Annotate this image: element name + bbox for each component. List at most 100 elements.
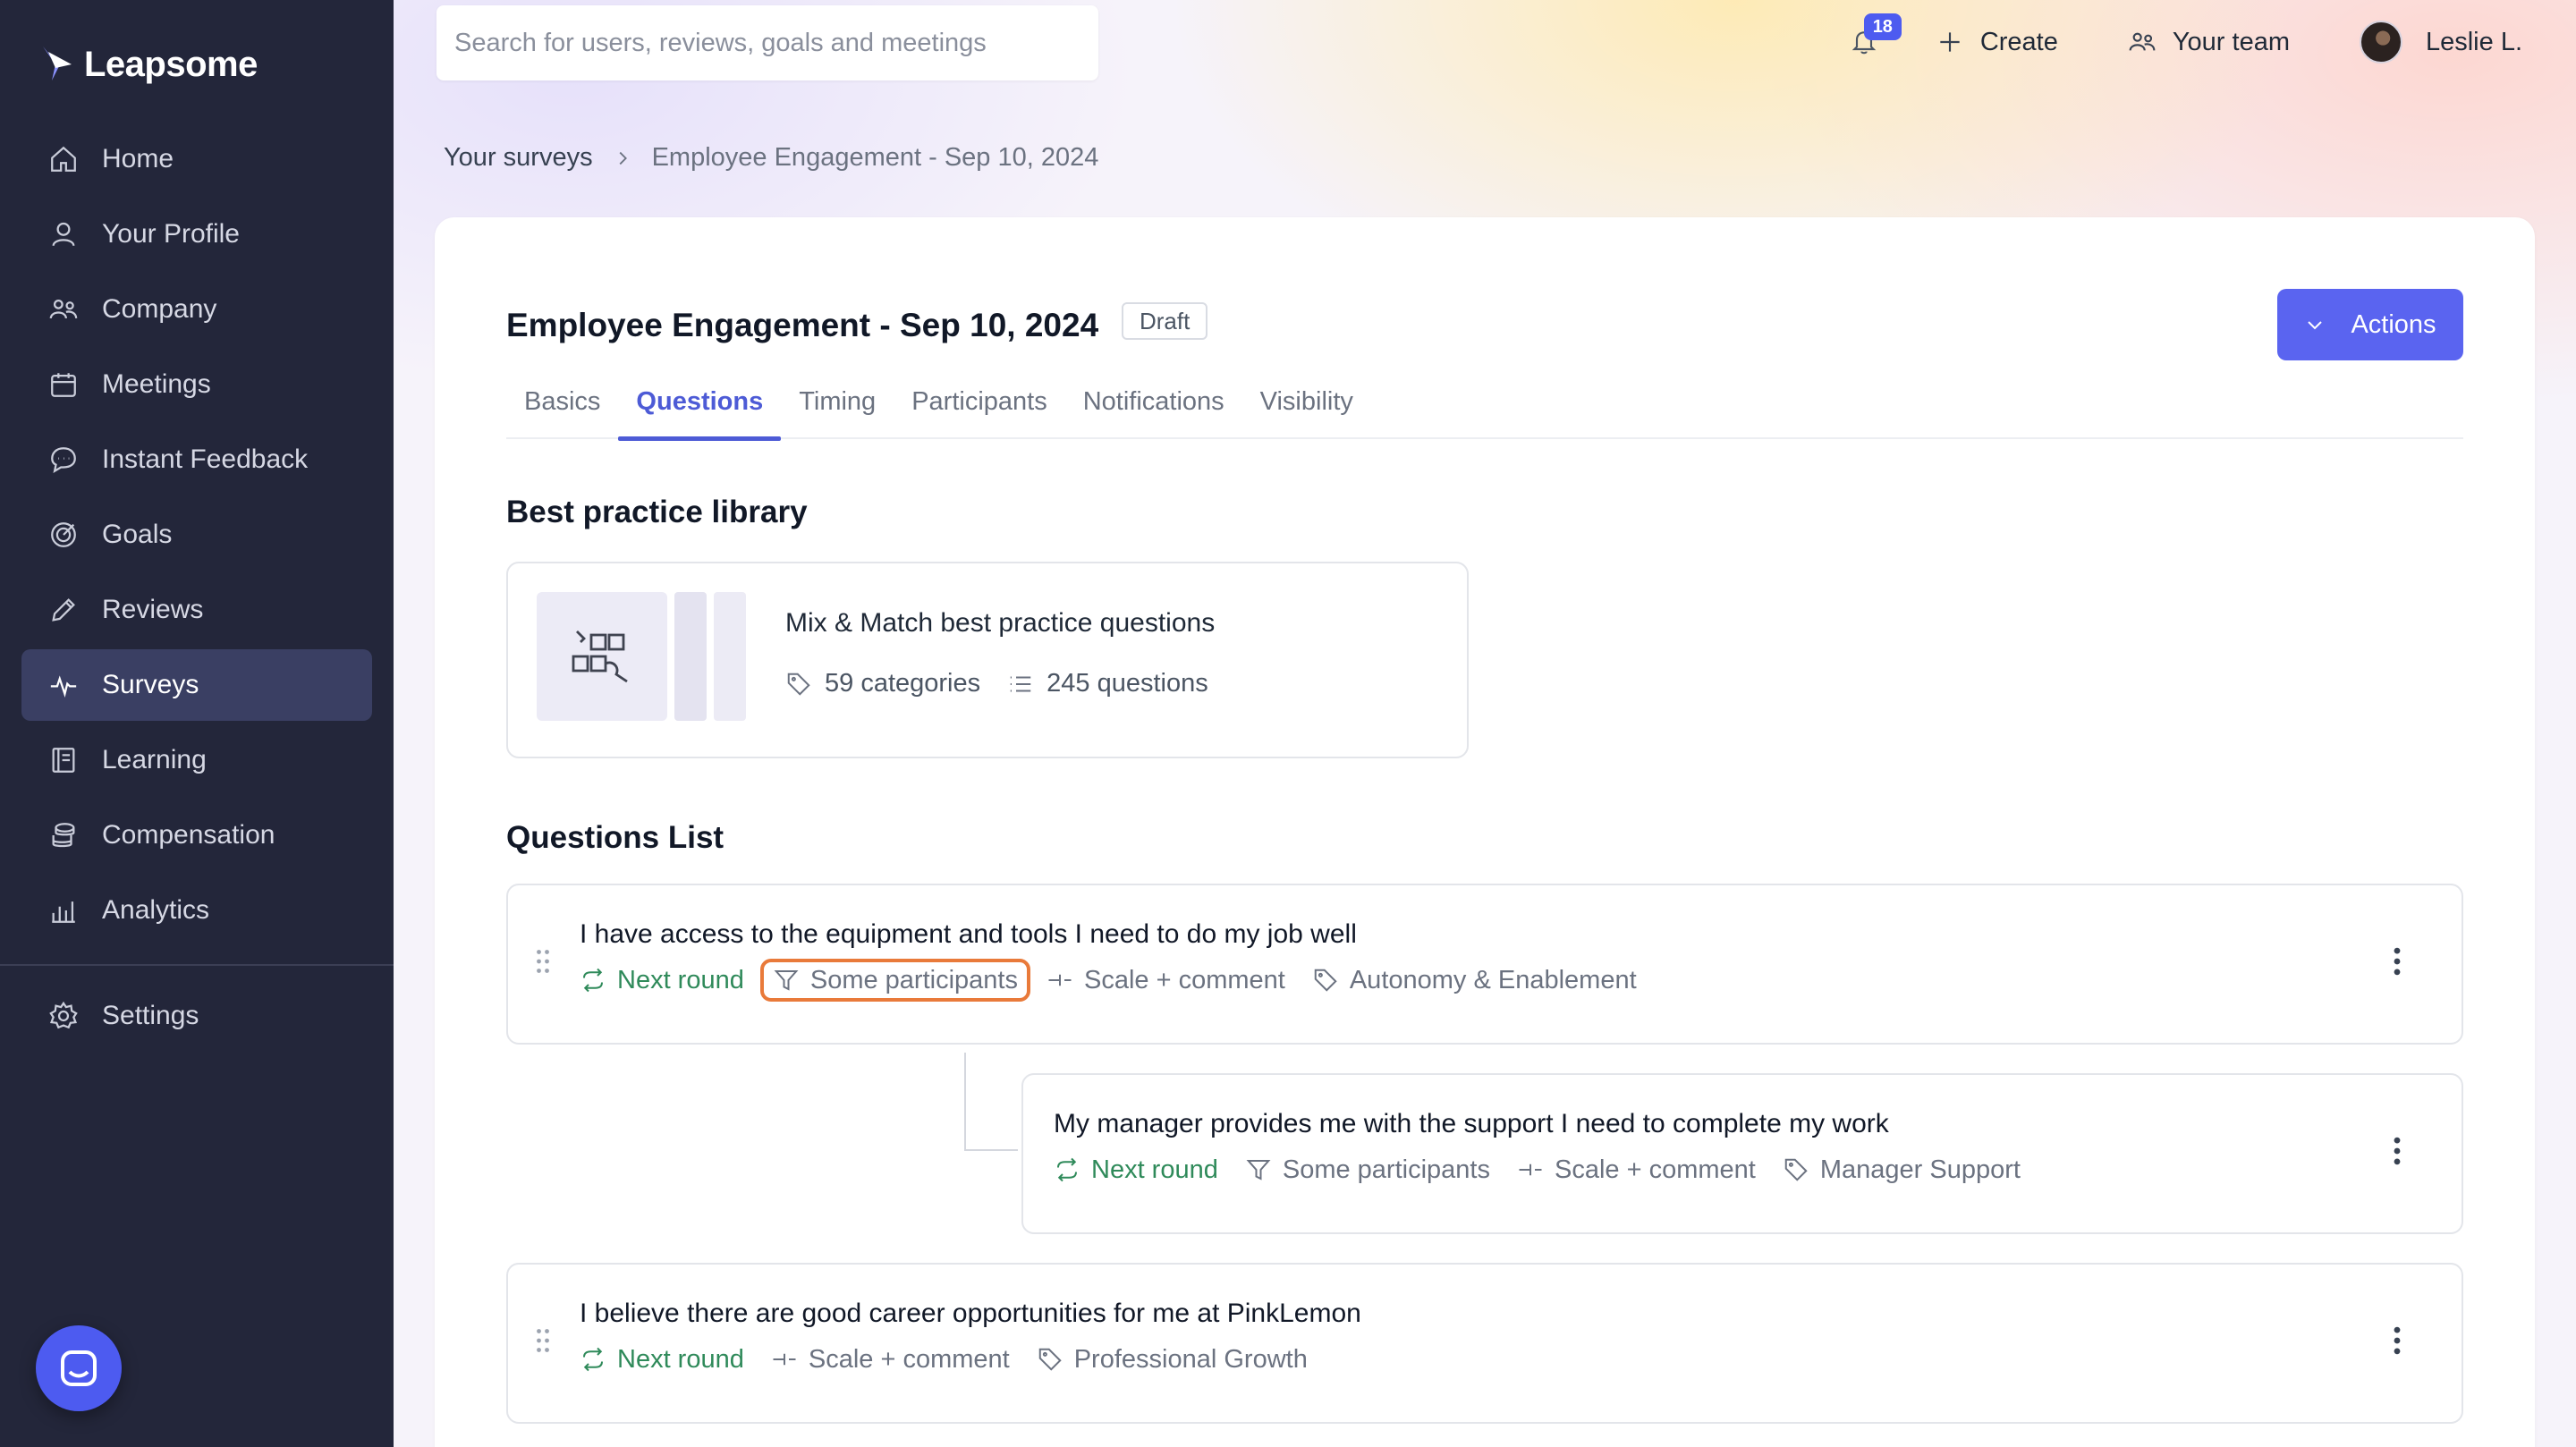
category-chip: Autonomy & Enablement (1312, 959, 1637, 1002)
actions-button[interactable]: Actions (2277, 289, 2463, 360)
question-type-label: Scale + comment (808, 1344, 1010, 1374)
drag-handle-icon[interactable] (535, 948, 551, 975)
library-thumbnail-stack (674, 592, 707, 721)
question-text: My manager provides me with the support … (1054, 1109, 1889, 1138)
sidebar-item-company[interactable]: Company (21, 274, 372, 345)
sidebar-item-label: Settings (102, 1001, 199, 1030)
question-card[interactable]: I have access to the equipment and tools… (506, 884, 2463, 1045)
category-chip: Manager Support (1783, 1148, 2021, 1191)
library-thumbnail-stack (714, 592, 746, 721)
list-icon (1010, 676, 1031, 691)
support-chat-button[interactable] (36, 1325, 122, 1411)
status-badge: Draft (1122, 302, 1208, 340)
tab-questions[interactable]: Questions (618, 369, 782, 441)
chat-icon (51, 447, 76, 474)
more-options-icon[interactable] (2392, 1136, 2402, 1166)
target-icon (51, 522, 76, 547)
nested-question-connector (964, 1053, 1018, 1151)
global-search[interactable] (436, 5, 1098, 80)
notification-count-badge: 18 (1863, 13, 1902, 40)
sidebar-item-label: Reviews (102, 595, 204, 624)
sidebar-item-goals[interactable]: Goals (21, 499, 372, 571)
home-icon (51, 146, 76, 172)
sidebar-item-label: Home (102, 144, 174, 173)
sidebar-divider (0, 964, 394, 966)
pulse-icon (50, 675, 77, 698)
sidebar-item-compensation[interactable]: Compensation (21, 800, 372, 871)
repeat-icon (583, 1347, 603, 1372)
sidebar-item-label: Instant Feedback (102, 444, 309, 474)
your-team-button[interactable]: Your team (2128, 28, 2290, 57)
question-type-chip: Scale + comment (1517, 1148, 1756, 1191)
repeat-icon (1057, 1157, 1077, 1182)
sidebar-item-label: Learning (102, 745, 207, 774)
participants-label: Some participants (809, 965, 1018, 994)
survey-editor-card: Employee Engagement - Sep 10, 2024 Draft… (435, 217, 2535, 1447)
more-options-icon[interactable] (2392, 946, 2402, 977)
user-menu[interactable]: Leslie L. (2359, 21, 2522, 63)
sidebar-item-surveys[interactable]: Surveys (21, 649, 372, 721)
breadcrumb-your-surveys[interactable]: Your surveys (444, 143, 593, 173)
sidebar-item-reviews[interactable]: Reviews (21, 574, 372, 646)
sidebar-item-meetings[interactable]: Meetings (21, 349, 372, 420)
tab-notifications[interactable]: Notifications (1065, 369, 1242, 439)
question-meta: Next round Some participants Scale + com… (1054, 1148, 2047, 1191)
drag-handle-icon[interactable] (535, 1327, 551, 1354)
book-icon (52, 748, 75, 773)
slider-icon (1519, 1164, 1542, 1176)
people-icon (49, 299, 78, 319)
tab-visibility[interactable]: Visibility (1242, 369, 1371, 439)
breadcrumb-current: Employee Engagement - Sep 10, 2024 (651, 143, 1099, 172)
nested-question-card[interactable]: My manager provides me with the support … (1021, 1073, 2463, 1234)
sidebar-item-settings[interactable]: Settings (21, 980, 372, 1052)
filter-icon (1246, 1160, 1271, 1180)
user-name: Leslie L. (2425, 27, 2522, 56)
best-practice-library-heading: Best practice library (506, 495, 808, 529)
category-label: Autonomy & Enablement (1349, 965, 1637, 994)
sidebar: Leapsome Home Your Profile Company Meeti… (0, 0, 394, 1447)
library-thumbnail (537, 592, 667, 721)
tab-basics[interactable]: Basics (506, 369, 618, 439)
best-practice-library-card[interactable]: Mix & Match best practice questions 59 c… (506, 562, 1469, 758)
sidebar-item-label: Compensation (102, 820, 275, 850)
puzzle-icon (572, 630, 628, 683)
topbar-actions: 18 Create Your team Leslie L. (1837, 13, 2522, 72)
sidebar-item-your-profile[interactable]: Your Profile (21, 199, 372, 270)
round-chip: Next round (580, 959, 744, 1002)
category-label: Manager Support (1819, 1155, 2021, 1184)
round-label: Next round (617, 965, 744, 994)
question-text: I have access to the equipment and tools… (580, 919, 1357, 949)
search-input[interactable] (454, 28, 1098, 58)
question-text: I believe there are good career opportun… (580, 1299, 1361, 1328)
page-title: Employee Engagement - Sep 10, 2024 (506, 307, 1099, 343)
breadcrumb: Your surveys Employee Engagement - Sep 1… (444, 143, 1098, 173)
gear-icon (49, 1001, 78, 1029)
question-card[interactable]: I believe there are good career opportun… (506, 1263, 2463, 1424)
round-label: Next round (1091, 1155, 1218, 1184)
round-label: Next round (617, 1344, 744, 1374)
tab-timing[interactable]: Timing (781, 369, 894, 439)
round-chip: Next round (1054, 1148, 1218, 1191)
sidebar-item-home[interactable]: Home (21, 123, 372, 195)
question-meta: Next round Scale + comment Professional … (580, 1338, 1335, 1381)
create-button[interactable]: Create (1936, 28, 2058, 57)
filter-icon (774, 970, 799, 991)
sidebar-item-learning[interactable]: Learning (21, 724, 372, 796)
chevron-right-icon (619, 151, 627, 165)
participants-filter-chip[interactable]: Some participants (759, 959, 1030, 1002)
chat-widget-icon (61, 1350, 97, 1386)
leapsome-logo[interactable]: Leapsome (39, 39, 258, 89)
categories-count: 59 categories (825, 669, 981, 698)
participants-filter-chip[interactable]: Some participants (1245, 1148, 1490, 1191)
team-icon (2129, 32, 2156, 51)
sidebar-item-instant-feedback[interactable]: Instant Feedback (21, 424, 372, 495)
round-chip: Next round (580, 1338, 744, 1381)
sidebar-item-label: Meetings (102, 369, 211, 399)
chevron-down-icon (2308, 321, 2323, 330)
notifications-button[interactable]: 18 (1837, 13, 1902, 69)
question-type-label: Scale + comment (1083, 965, 1285, 994)
slider-icon (773, 1353, 796, 1366)
sidebar-item-analytics[interactable]: Analytics (21, 875, 372, 946)
tab-participants[interactable]: Participants (894, 369, 1065, 439)
more-options-icon[interactable] (2392, 1325, 2402, 1356)
